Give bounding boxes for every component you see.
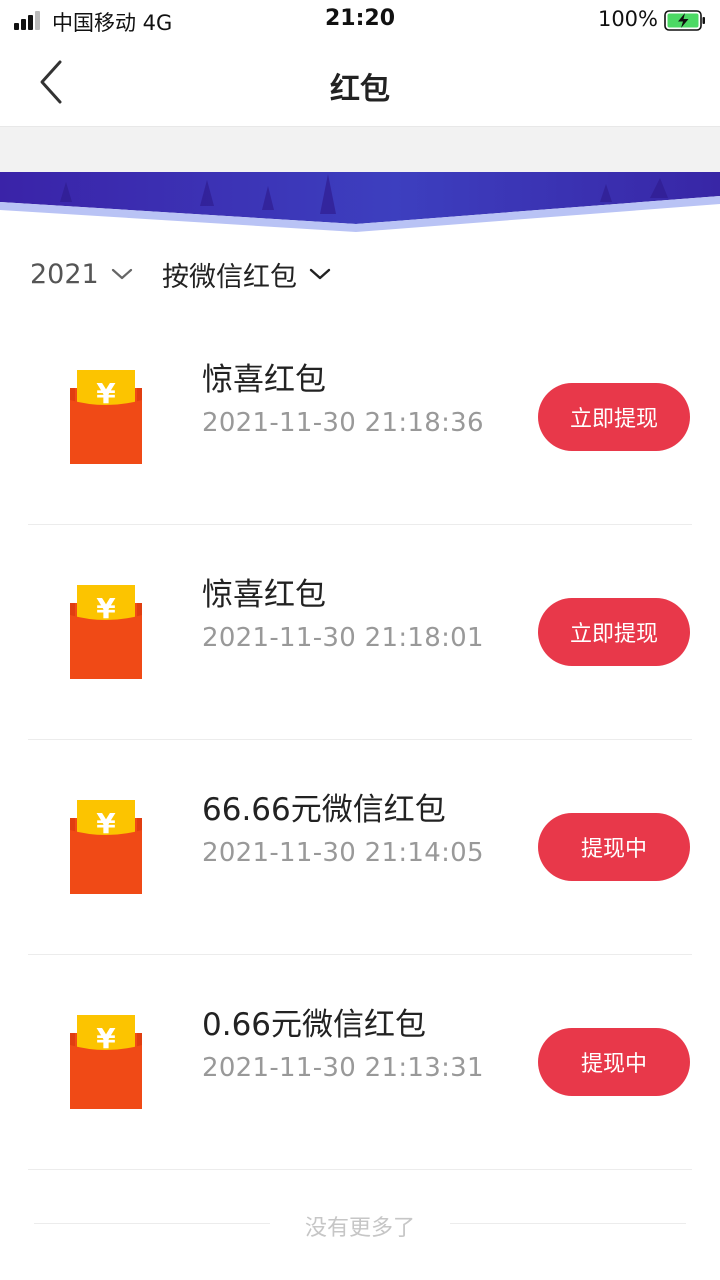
red-packet-icon: ¥ — [70, 585, 142, 679]
list-end-footer: 没有更多了 — [0, 1208, 720, 1241]
list-item: ¥ 惊喜红包 2021-11-30 21:18:01 立即提现 — [0, 525, 720, 740]
yuan-symbol: ¥ — [96, 1022, 116, 1055]
no-more-label: 没有更多了 — [304, 1216, 415, 1241]
year-filter[interactable]: 2021 — [30, 252, 133, 296]
header-spacer — [0, 126, 720, 174]
red-packet-icon: ¥ — [70, 800, 142, 894]
battery-percent: 100% — [597, 7, 658, 31]
footer-line-right — [450, 1223, 686, 1224]
withdrawing-status-button[interactable]: 提现中 — [538, 813, 690, 881]
item-time: 2021-11-30 21:18:36 — [202, 408, 484, 438]
list-item: ¥ 0.66元微信红包 2021-11-30 21:13:31 提现中 — [0, 955, 720, 1170]
withdraw-button[interactable]: 立即提现 — [538, 598, 690, 666]
list-item: ¥ 66.66元微信红包 2021-11-30 21:14:05 提现中 — [0, 740, 720, 955]
yuan-symbol: ¥ — [96, 807, 116, 840]
withdrawing-status-button[interactable]: 提现中 — [538, 1028, 690, 1096]
year-filter-label: 2021 — [30, 258, 99, 290]
divider — [28, 1169, 692, 1170]
page-title: 红包 — [330, 72, 390, 107]
item-name: 惊喜红包 — [202, 577, 326, 613]
item-name: 66.66元微信红包 — [202, 792, 446, 828]
list-item: ¥ 惊喜红包 2021-11-30 21:18:36 立即提现 — [0, 310, 720, 525]
item-name: 0.66元微信红包 — [202, 1007, 427, 1043]
item-time: 2021-11-30 21:14:05 — [202, 838, 484, 868]
red-packet-icon: ¥ — [70, 1015, 142, 1109]
yuan-symbol: ¥ — [96, 592, 116, 625]
banner-decoration — [0, 172, 720, 232]
item-time: 2021-11-30 21:13:31 — [202, 1053, 484, 1083]
type-filter-label: 按微信红包 — [162, 261, 297, 293]
status-bar: 中国移动 4G 21:20 100% — [0, 0, 720, 40]
withdraw-button[interactable]: 立即提现 — [538, 383, 690, 451]
red-packet-icon: ¥ — [70, 370, 142, 464]
nav-bar: 红包 — [0, 40, 720, 126]
yuan-symbol: ¥ — [96, 377, 116, 410]
battery-charging-icon — [664, 10, 705, 31]
type-filter[interactable]: 按微信红包 — [162, 252, 331, 296]
chevron-down-icon — [309, 268, 331, 280]
item-time: 2021-11-30 21:18:01 — [202, 623, 484, 653]
chevron-down-icon — [111, 268, 132, 280]
red-packet-list: ¥ 惊喜红包 2021-11-30 21:18:36 立即提现 ¥ 惊喜红包 2… — [0, 310, 720, 1170]
item-name: 惊喜红包 — [202, 362, 326, 398]
